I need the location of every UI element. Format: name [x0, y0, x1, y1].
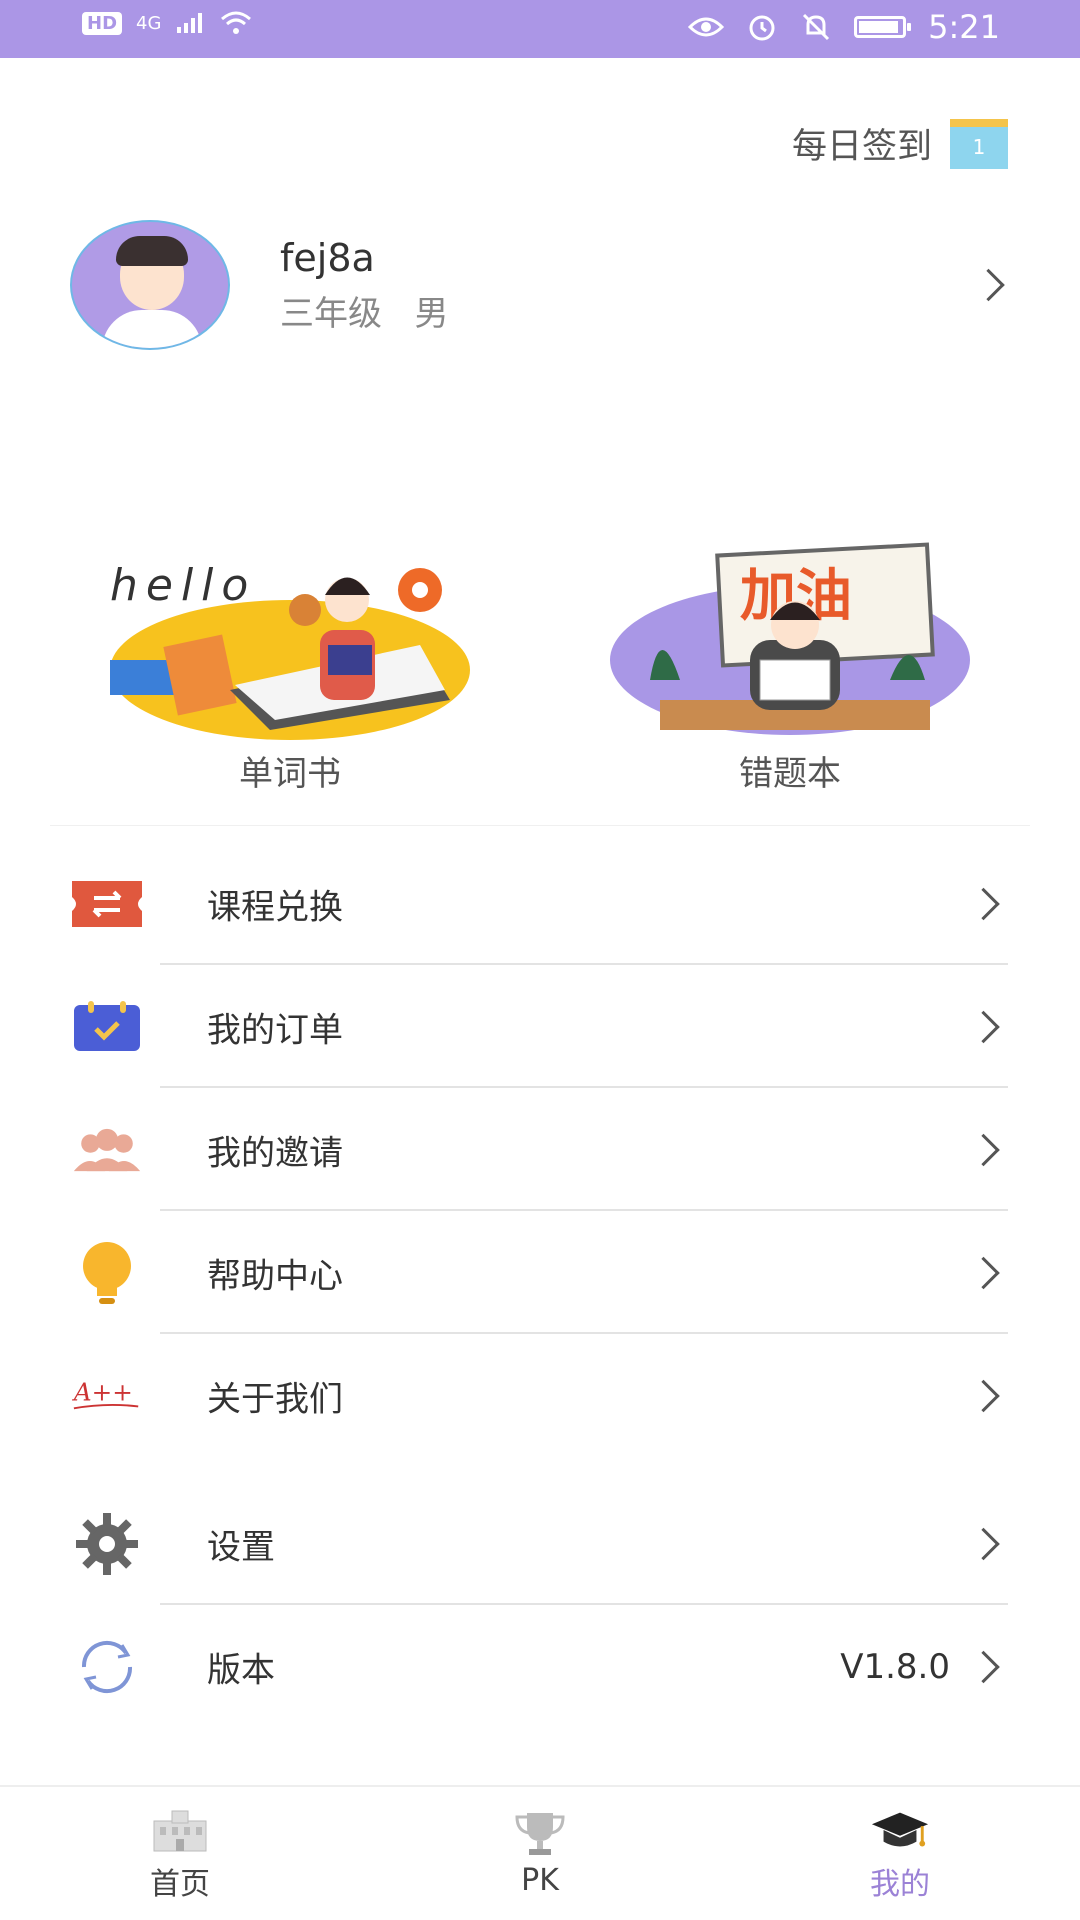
wifi-icon: [221, 11, 252, 34]
menu-label: 课程兑换: [207, 887, 343, 927]
profile-gender: 男: [414, 293, 449, 334]
illustration-hello-text: hello: [110, 560, 256, 611]
home-icon: [150, 1805, 210, 1855]
vocabulary-book-label: 单词书: [239, 754, 341, 794]
daily-checkin-label: 每日签到: [791, 127, 932, 167]
chevron-right-icon: [967, 1256, 1000, 1289]
order-calendar-icon: [72, 992, 142, 1062]
graduation-cap-icon: [870, 1805, 930, 1855]
menu-item-help-center[interactable]: 帮助中心: [0, 1211, 1080, 1334]
mistake-book-illustration: 加油: [610, 542, 970, 735]
menu-item-about-us[interactable]: A++ 关于我们: [0, 1334, 1080, 1457]
vocabulary-illustration: hello: [110, 560, 470, 740]
profile-grade: 三年级: [280, 293, 382, 334]
mistake-book-card[interactable]: 加油 错题本: [550, 500, 1030, 825]
status-bar: HD 4G 5:21: [0, 0, 1080, 58]
nav-tab-mine[interactable]: 我的: [720, 1787, 1080, 1920]
alarm-icon: [749, 15, 775, 41]
vocabulary-book-card[interactable]: hello 单词书: [50, 500, 530, 825]
daily-checkin-button[interactable]: 每日签到 1: [792, 118, 1008, 169]
feature-cards: hello 单词书 加油 错题本: [50, 500, 1030, 826]
menu-group-1: 课程兑换 我的订单 我的邀请 帮助中心 A++ 关于我们: [0, 842, 1080, 1457]
nav-label: PK: [521, 1863, 559, 1898]
menu-label: 我的邀请: [207, 1133, 343, 1173]
mistake-book-label: 错题本: [739, 754, 841, 794]
signal-icon: [177, 13, 203, 33]
avatar: [70, 220, 230, 350]
menu-item-version[interactable]: 版本 V1.8.0: [0, 1605, 1080, 1728]
signal-label: 4G: [136, 12, 162, 34]
username: fej8a: [280, 235, 375, 280]
status-right: 5:21: [688, 8, 1000, 46]
mute-bell-icon: [803, 13, 830, 41]
menu-item-my-invitations[interactable]: 我的邀请: [0, 1088, 1080, 1211]
lightbulb-icon: [72, 1238, 142, 1308]
nav-label: 首页: [150, 1866, 210, 1902]
chevron-right-icon: [967, 1010, 1000, 1043]
nav-label: 我的: [870, 1866, 930, 1902]
calendar-day: 1: [972, 134, 986, 159]
bottom-nav: 首页 PK 我的: [0, 1785, 1080, 1920]
menu-item-settings[interactable]: 设置: [0, 1482, 1080, 1605]
chevron-right-icon: [967, 1133, 1000, 1166]
people-icon: [72, 1115, 142, 1185]
menu-label: 设置: [207, 1527, 275, 1567]
menu-label: 我的订单: [207, 1010, 343, 1050]
version-value: V1.8.0: [840, 1646, 950, 1687]
menu-item-course-exchange[interactable]: 课程兑换: [0, 842, 1080, 965]
trophy-icon: [510, 1809, 570, 1859]
profile-subtitle: 三年级 男: [280, 286, 1008, 335]
eye-icon: [688, 17, 725, 37]
battery-icon: [854, 16, 912, 38]
chevron-right-icon: [967, 1650, 1000, 1683]
menu-label: 版本: [207, 1650, 275, 1690]
refresh-icon: [72, 1632, 142, 1702]
chevron-right-icon: [967, 887, 1000, 920]
exchange-ticket-icon: [72, 869, 142, 939]
chevron-right-icon: [967, 1379, 1000, 1412]
menu-item-my-orders[interactable]: 我的订单: [0, 965, 1080, 1088]
a-plus-icon: A++: [72, 1361, 142, 1431]
menu-group-2: 设置 版本 V1.8.0: [0, 1482, 1080, 1728]
hd-badge: HD: [82, 11, 123, 35]
calendar-icon: 1: [950, 118, 1008, 169]
chevron-right-icon: [967, 1527, 1000, 1560]
menu-label: 帮助中心: [207, 1256, 343, 1296]
menu-label: 关于我们: [207, 1379, 343, 1419]
gear-icon: [72, 1509, 142, 1579]
status-left: HD 4G: [82, 10, 253, 36]
a-plus-icon-text: A++: [72, 1377, 133, 1406]
status-time: 5:21: [928, 8, 1000, 46]
nav-tab-home[interactable]: 首页: [0, 1787, 360, 1920]
profile-info: fej8a 三年级 男: [280, 236, 1008, 335]
profile-row[interactable]: fej8a 三年级 男: [70, 220, 1008, 350]
nav-tab-pk[interactable]: PK: [360, 1787, 720, 1920]
